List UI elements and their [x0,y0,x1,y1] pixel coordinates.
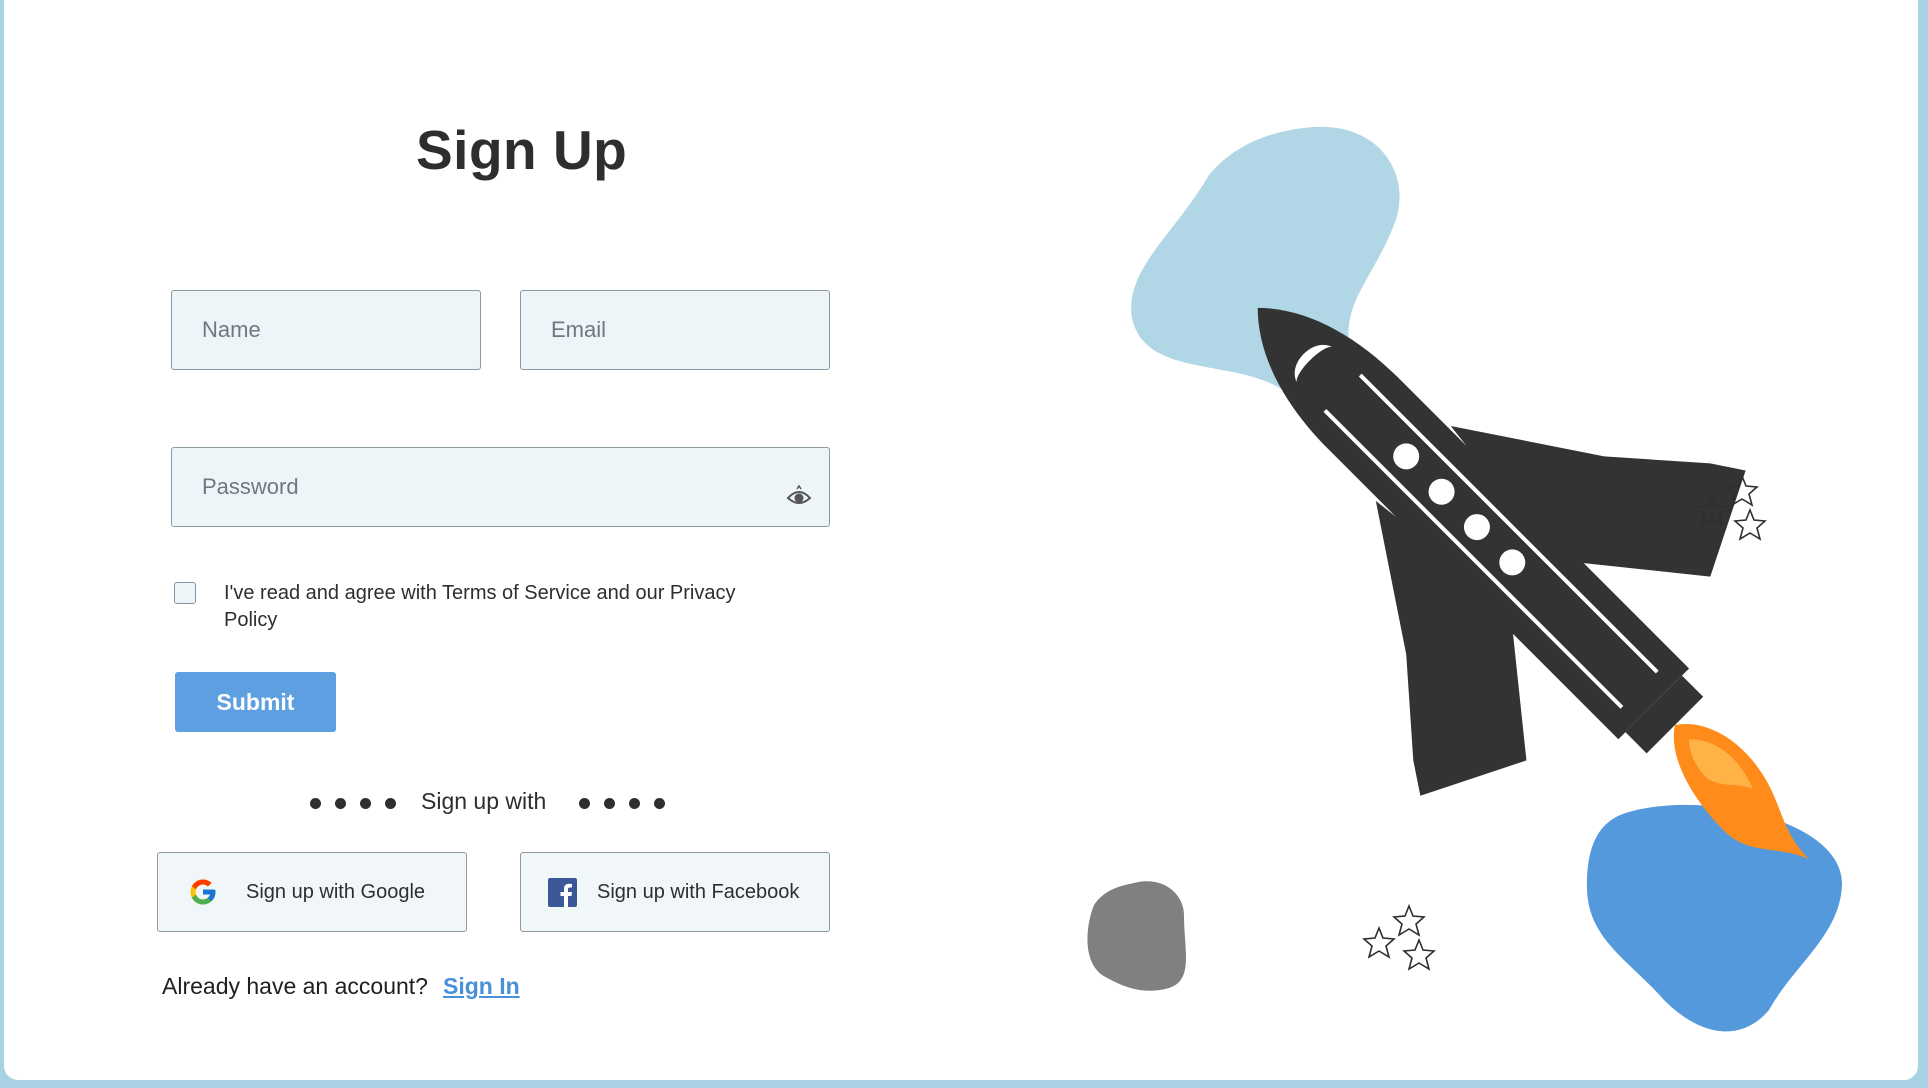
terms-checkbox[interactable] [174,582,196,604]
star-icon [1733,507,1767,541]
facebook-signup-label: Sign up with Facebook [597,880,800,903]
facebook-signup-button[interactable]: Sign up with Facebook [520,852,830,932]
terms-label: I've read and agree with Terms of Servic… [224,582,736,631]
social-divider-label: Sign up with [421,788,547,814]
name-input[interactable] [171,290,481,370]
page-title: Sign Up [416,119,628,181]
email-input[interactable] [520,290,830,370]
signup-card: Sign Up I've read and agree with Terms o… [4,0,1918,1080]
blue-blob [1586,804,1843,1032]
facebook-icon [548,877,577,907]
divider-dots-left [310,798,396,809]
google-icon [190,879,216,905]
stars-cluster-bottom [1362,903,1436,971]
divider-dots-right [579,798,665,809]
star-icon [1402,937,1436,971]
gray-blob [1087,881,1186,991]
signin-link[interactable]: Sign In [443,973,520,1000]
signin-prompt: Already have an account? [162,973,428,999]
password-input[interactable] [171,447,830,527]
star-icon [1392,903,1426,937]
google-signup-label: Sign up with Google [246,880,426,903]
submit-button[interactable]: Submit [175,672,336,732]
eye-icon[interactable] [786,484,812,510]
rocket-illustration [1087,126,1843,1032]
star-icon [1362,925,1396,959]
google-signup-button[interactable]: Sign up with Google [157,852,467,932]
